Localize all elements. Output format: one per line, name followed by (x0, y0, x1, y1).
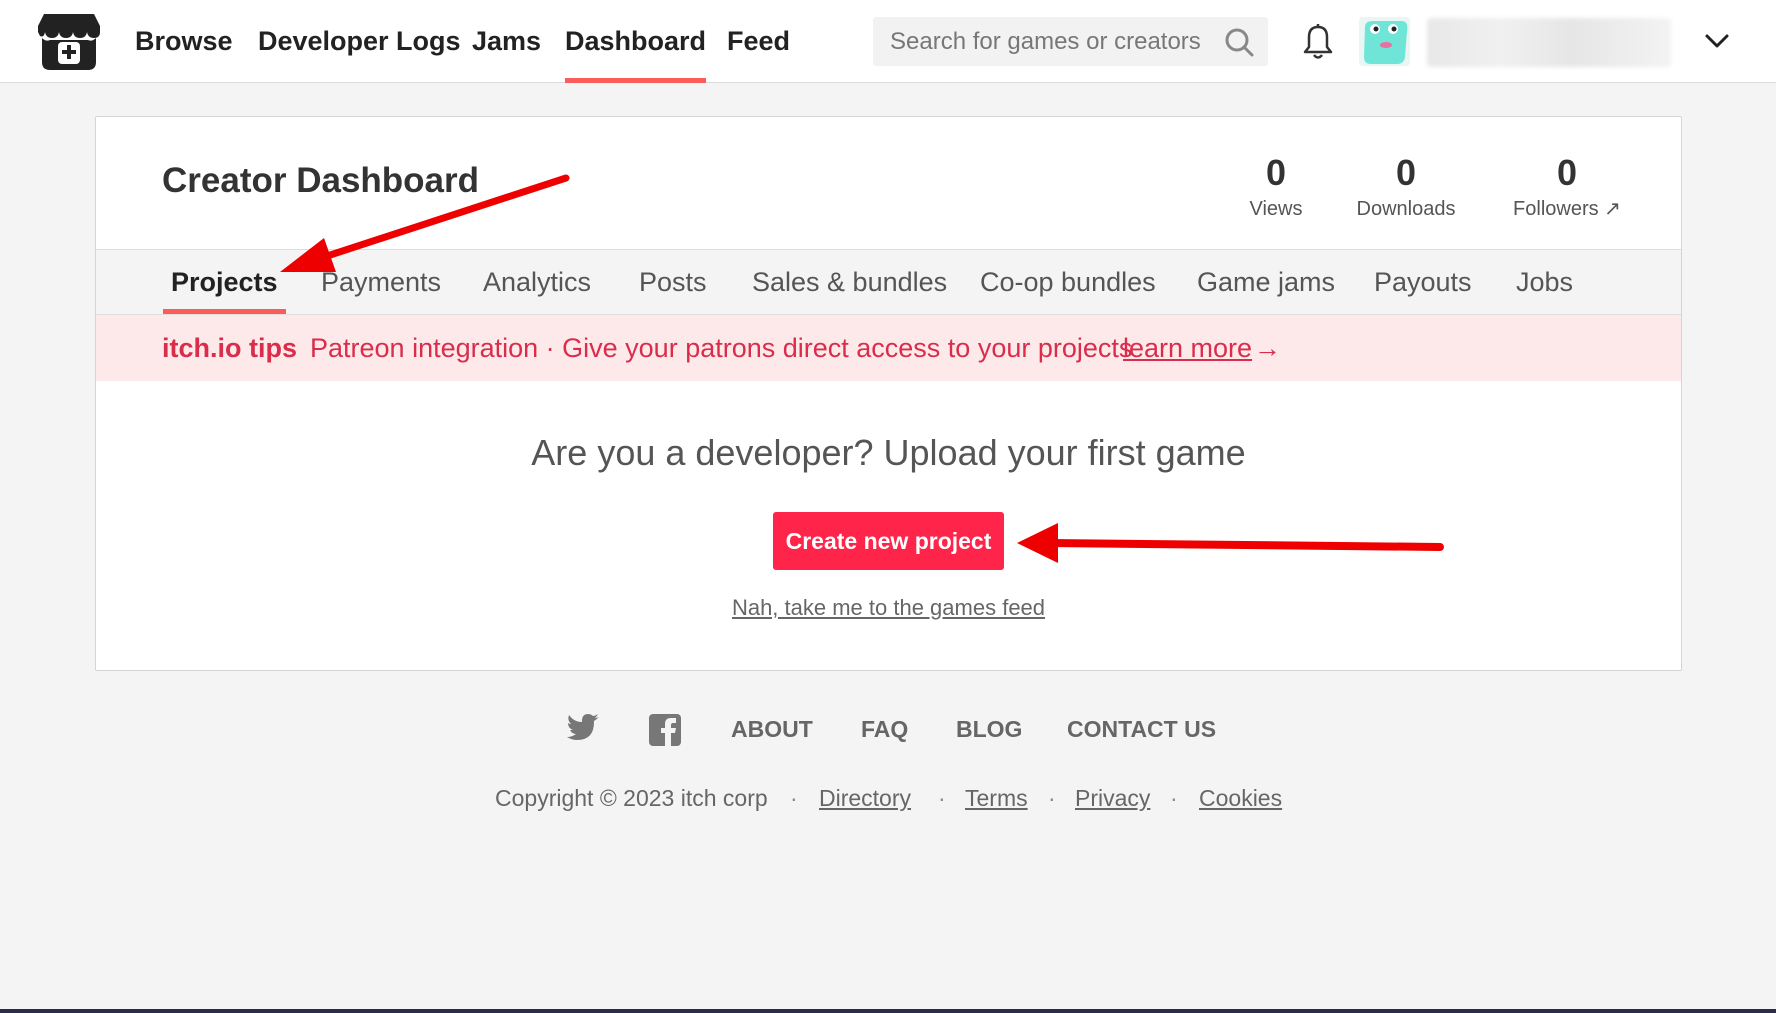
stat-downloads: 0 Downloads (1346, 151, 1466, 223)
search-box (873, 17, 1268, 66)
tips-label: itch.io tips (162, 333, 297, 363)
footer-cookies-link[interactable]: Cookies (1199, 783, 1282, 813)
stat-value: 0 (1556, 152, 1578, 193)
stat-followers[interactable]: 0 Followers ↗ (1494, 151, 1640, 223)
footer-directory-link[interactable]: Directory (819, 783, 911, 813)
creator-dashboard-card: Creator Dashboard 0 Views 0 Downloads 0 … (95, 116, 1682, 671)
stat-label[interactable]: Followers ↗ (1494, 195, 1640, 223)
stat-value: 0 (1395, 152, 1417, 193)
tab-posts[interactable]: Posts (639, 250, 707, 314)
footer-faq-link[interactable]: FAQ (861, 716, 908, 743)
stat-label: Downloads (1356, 198, 1456, 220)
tab-analytics[interactable]: Analytics (483, 250, 591, 314)
tips-text: Patreon integration · Give your patrons … (310, 333, 1133, 363)
bell-icon[interactable] (1301, 23, 1335, 61)
copyright-text: Copyright © 2023 itch corp (495, 785, 768, 811)
tab-game-jams[interactable]: Game jams (1197, 250, 1335, 314)
tab-coop-bundles[interactable]: Co-op bundles (980, 250, 1156, 314)
tab-payments[interactable]: Payments (321, 250, 441, 314)
bottom-edge (0, 1009, 1776, 1013)
nav-developer-logs[interactable]: Developer Logs (258, 0, 461, 83)
tab-payouts[interactable]: Payouts (1374, 250, 1472, 314)
stat-value: 0 (1265, 152, 1287, 193)
facebook-icon[interactable] (648, 713, 682, 747)
top-header: Browse Developer Logs Jams Dashboard Fee… (0, 0, 1776, 83)
itchio-logo-icon[interactable] (36, 12, 102, 72)
footer-blog-link[interactable]: BLOG (956, 716, 1022, 743)
footer-privacy-link[interactable]: Privacy (1075, 783, 1150, 813)
footer-separator: · (938, 785, 946, 811)
dashboard-tabs: Projects Payments Analytics Posts Sales … (96, 249, 1681, 315)
tab-projects[interactable]: Projects (163, 250, 286, 314)
tab-sales-bundles[interactable]: Sales & bundles (752, 250, 947, 314)
nav-browse[interactable]: Browse (135, 0, 233, 83)
search-icon[interactable] (1224, 27, 1254, 57)
footer-separator: · (790, 785, 798, 811)
arrow-right-icon[interactable]: → (1254, 315, 1281, 381)
nav-feed[interactable]: Feed (727, 0, 790, 83)
games-feed-link-text[interactable]: Nah, take me to the games feed (732, 595, 1045, 620)
twitter-icon[interactable] (566, 713, 600, 743)
create-new-project-button[interactable]: Create new project (773, 512, 1004, 570)
footer-about-link[interactable]: ABOUT (731, 716, 813, 743)
stat-views: 0 Views (1236, 151, 1316, 223)
games-feed-link: Nah, take me to the games feed (96, 595, 1681, 621)
learn-more-link[interactable]: learn more (1123, 315, 1252, 381)
username-redacted[interactable] (1427, 18, 1671, 67)
footer-separator: · (1170, 785, 1178, 811)
footer-contact-link[interactable]: CONTACT US (1067, 716, 1216, 743)
nav-jams[interactable]: Jams (472, 0, 541, 83)
footer-separator: · (1048, 785, 1056, 811)
upload-heading: Are you a developer? Upload your first g… (531, 432, 1246, 473)
page-title: Creator Dashboard (162, 161, 480, 200)
search-input[interactable] (873, 17, 1268, 66)
avatar[interactable] (1359, 17, 1410, 66)
tab-jobs[interactable]: Jobs (1516, 250, 1573, 314)
tips-banner: itch.io tips Patreon integration · Give … (96, 315, 1681, 381)
nav-dashboard[interactable]: Dashboard (565, 0, 707, 83)
footer-terms-link[interactable]: Terms (965, 783, 1028, 813)
chevron-down-icon[interactable] (1703, 28, 1731, 54)
stat-label: Views (1249, 198, 1303, 220)
